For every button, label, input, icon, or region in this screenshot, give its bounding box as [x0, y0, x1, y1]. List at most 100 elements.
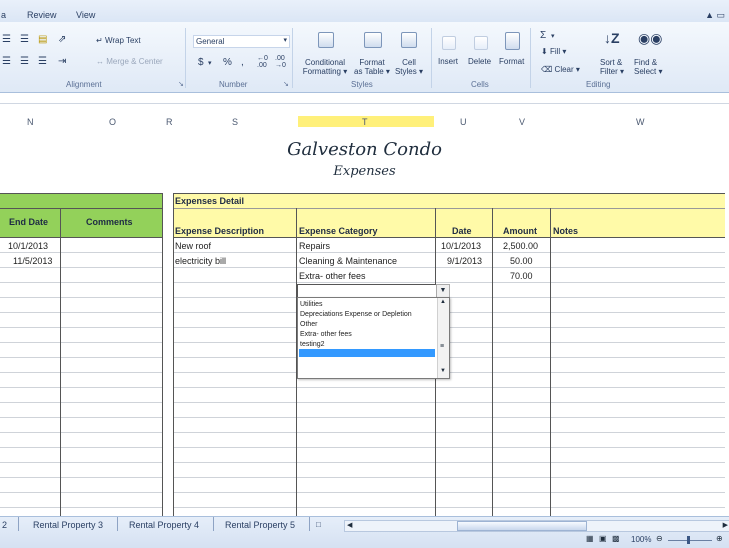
- insert-button[interactable]: Insert: [438, 57, 458, 66]
- column-header-o[interactable]: O: [109, 117, 116, 127]
- find-select-button[interactable]: Find & Select ▾: [634, 58, 662, 76]
- scroll-up-icon[interactable]: ▲: [440, 299, 446, 305]
- merge-center-button[interactable]: ↔ Merge & Center: [96, 57, 163, 66]
- end-date-header: End Date: [9, 217, 49, 227]
- page-layout-view-icon[interactable]: ▣: [599, 534, 607, 543]
- active-cell-category[interactable]: [297, 284, 437, 298]
- category-dropdown-list[interactable]: Utilities Depreciations Expense or Deple…: [297, 297, 450, 379]
- dropdown-scrollbar[interactable]: ▲ ≡ ▼: [437, 298, 449, 378]
- column-header-v[interactable]: V: [519, 117, 525, 127]
- align-bottom-icon[interactable]: ▤: [38, 34, 47, 45]
- sheet-tab[interactable]: 2: [2, 520, 7, 530]
- dropdown-arrow-icon[interactable]: ▼: [436, 284, 450, 298]
- scroll-down-icon[interactable]: ▼: [440, 368, 446, 374]
- column-header-n[interactable]: N: [27, 117, 34, 127]
- sheet-tab[interactable]: Rental Property 3: [33, 520, 103, 530]
- autosum-button[interactable]: Σ: [540, 30, 546, 41]
- horizontal-scroll-thumb[interactable]: [457, 521, 587, 531]
- conditional-formatting-button[interactable]: Conditional Formatting ▾: [300, 58, 350, 76]
- chevron-down-icon[interactable]: ▾: [551, 32, 555, 40]
- percent-button[interactable]: %: [223, 57, 232, 68]
- clear-button[interactable]: ⌫ Clear ▾: [541, 65, 580, 74]
- decrease-decimal-icon[interactable]: .00 →0: [275, 55, 286, 69]
- row-line: [173, 507, 725, 508]
- expense-date-cell[interactable]: 10/1/2013: [441, 241, 481, 251]
- scroll-thumb-grip-icon[interactable]: ≡: [440, 343, 444, 350]
- notes-header: Notes: [553, 226, 579, 236]
- formula-bar[interactable]: [0, 93, 729, 104]
- delete-icon: [474, 36, 488, 50]
- dropdown-option-selected[interactable]: [299, 349, 435, 357]
- cell-styles-button[interactable]: Cell Styles ▾: [393, 58, 425, 76]
- sheet-tab[interactable]: Rental Property 5: [225, 520, 295, 530]
- delete-button[interactable]: Delete: [468, 57, 491, 66]
- dropdown-option[interactable]: Utilities: [300, 301, 323, 308]
- currency-button[interactable]: $: [198, 57, 204, 68]
- format-icon: [505, 32, 520, 50]
- column-header-w[interactable]: W: [636, 117, 645, 127]
- orientation-icon[interactable]: ⇗: [58, 34, 66, 45]
- amount-header: Amount: [503, 226, 537, 236]
- expense-category-cell[interactable]: Extra- other fees: [299, 271, 366, 281]
- dropdown-option[interactable]: Other: [300, 321, 318, 328]
- align-top-icon[interactable]: ☰: [2, 34, 11, 45]
- wrap-text-button[interactable]: ↵ Wrap Text: [96, 36, 141, 45]
- column-header-s[interactable]: S: [232, 117, 238, 127]
- zoom-slider-track[interactable]: [668, 540, 712, 541]
- chevron-down-icon: ▾: [283, 37, 287, 44]
- increase-decimal-icon[interactable]: ←0.00: [257, 55, 268, 69]
- fill-button[interactable]: ⬇ Fill ▾: [541, 47, 566, 56]
- sort-filter-button[interactable]: Sort & Filter ▾: [600, 58, 624, 76]
- align-left-icon[interactable]: ☰: [2, 56, 11, 67]
- scroll-right-icon[interactable]: ▶: [723, 521, 728, 529]
- expense-description-cell[interactable]: electricity bill: [175, 256, 226, 266]
- alignment-dialog-launcher-icon[interactable]: ↘: [178, 80, 184, 88]
- row-line: [173, 417, 725, 418]
- cell-styles-label-2: Styles: [394, 67, 417, 76]
- expense-date-cell[interactable]: 9/1/2013: [447, 256, 482, 266]
- number-format-select[interactable]: General ▾: [193, 35, 290, 48]
- ribbon-separator: [185, 28, 186, 88]
- align-center-icon[interactable]: ☰: [20, 56, 29, 67]
- indent-icon[interactable]: ⇥: [58, 56, 66, 67]
- tab-view[interactable]: View: [76, 10, 95, 20]
- expense-category-cell[interactable]: Repairs: [299, 241, 330, 251]
- format-as-table-button[interactable]: Format as Table ▾: [352, 58, 392, 76]
- sheet-tab[interactable]: Rental Property 4: [129, 520, 199, 530]
- page-break-view-icon[interactable]: ▩: [612, 534, 620, 543]
- column-header-t[interactable]: T: [362, 117, 368, 127]
- zoom-level[interactable]: 100%: [631, 535, 651, 544]
- dropdown-option[interactable]: testing2: [300, 341, 325, 348]
- expense-description-cell[interactable]: New roof: [175, 241, 211, 251]
- expense-amount-cell[interactable]: 2,500.00: [503, 241, 538, 251]
- normal-view-icon[interactable]: ▦: [586, 534, 594, 543]
- expense-category-cell[interactable]: Cleaning & Maintenance: [299, 256, 397, 266]
- expense-description-header: Expense Description: [175, 226, 265, 236]
- sort-filter-label-2: Filter: [600, 67, 618, 76]
- chevron-down-icon[interactable]: ▾: [208, 59, 212, 67]
- align-middle-icon[interactable]: ☰: [20, 34, 29, 45]
- comma-button[interactable]: ,: [241, 57, 244, 68]
- scroll-left-icon[interactable]: ◀: [347, 521, 352, 529]
- format-button[interactable]: Format: [499, 57, 524, 66]
- end-date-cell[interactable]: 10/1/2013: [8, 241, 48, 251]
- horizontal-scrollbar[interactable]: ◀ ▶: [344, 520, 729, 532]
- number-dialog-launcher-icon[interactable]: ↘: [283, 80, 289, 88]
- sheet-title: Galveston Condo: [287, 139, 442, 160]
- new-sheet-icon[interactable]: □‌: [316, 520, 321, 529]
- dropdown-option[interactable]: Extra- other fees: [300, 331, 352, 338]
- zoom-out-icon[interactable]: ⊖: [656, 534, 663, 543]
- zoom-slider-handle[interactable]: [687, 536, 690, 544]
- ribbon-minimize-icon[interactable]: ▲ ▭: [705, 10, 725, 21]
- eraser-icon: ⌫: [541, 65, 553, 74]
- expense-amount-cell[interactable]: 70.00: [510, 271, 533, 281]
- zoom-in-icon[interactable]: ⊕: [716, 534, 723, 543]
- align-right-icon[interactable]: ☰: [38, 56, 47, 67]
- tab-review[interactable]: Review: [27, 10, 57, 20]
- tab-formulas[interactable]: a: [1, 10, 6, 20]
- end-date-cell[interactable]: 11/5/2013: [13, 256, 52, 266]
- column-header-u[interactable]: U: [460, 117, 467, 127]
- dropdown-option[interactable]: Depreciations Expense or Depletion: [300, 311, 412, 318]
- expense-amount-cell[interactable]: 50.00: [510, 256, 533, 266]
- column-header-r[interactable]: R: [166, 117, 173, 127]
